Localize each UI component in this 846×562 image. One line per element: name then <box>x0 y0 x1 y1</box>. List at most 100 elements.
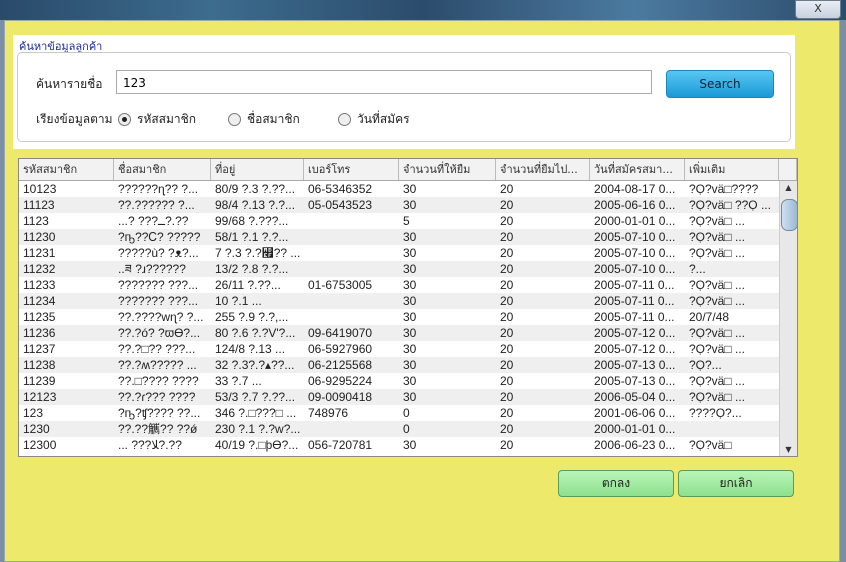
table-cell: ??.?ó? ?ϖϴ?... <box>118 326 201 340</box>
table-cell: 255 ?.9 ?.?,... <box>215 310 289 324</box>
table-cell: 30 <box>403 310 417 324</box>
table-cell: 20 <box>500 278 514 292</box>
column-header[interactable]: เพิ่มเติม <box>685 159 779 180</box>
table-row[interactable]: 11238 ??.?ʍ????? ... 32 ?.3?.?▴??... 06-212… <box>19 357 797 373</box>
table-row[interactable]: 11237 ??.?□?? ???... 124/8 ?.13 ... 06-5927… <box>19 341 797 357</box>
table-cell: 30 <box>403 390 417 404</box>
table-cell <box>685 421 779 437</box>
table-cell: 20 <box>500 342 514 356</box>
sort-label: เรียงข้อมูลตาม <box>36 112 113 126</box>
scroll-up-icon[interactable]: ▲ <box>780 183 797 192</box>
table-cell: 11239 <box>23 374 56 388</box>
table-cell: 06-9295224 <box>308 374 373 388</box>
table-row[interactable]: 11235 ??.????wɳ? ?... 255 ?.9 ?.?,... 30 20 2… <box>19 309 797 325</box>
table-cell: 2006-06-23 0... <box>594 438 676 452</box>
table-cell: ?Ọ?vä□ ... <box>689 326 745 340</box>
table-cell: 30 <box>403 246 417 260</box>
table-cell: 20/7/48 <box>689 310 730 324</box>
table-cell: ... ???ﻼ?.?? <box>118 438 182 452</box>
scroll-thumb[interactable] <box>781 199 797 231</box>
table-row[interactable]: 123 ?ҧ?ʧ???? ??... 346 ?.□???□ ... 748976 0 2… <box>19 405 797 421</box>
table-cell: 30 <box>403 262 417 276</box>
table-cell: ?Ọ?vä□ ... <box>689 278 745 292</box>
table-cell: 98/4 ?.13 ?.?... <box>215 198 296 212</box>
table-row[interactable]: 11123 ??.?????? ?... 98/4 ?.13 ?.?... 05-05… <box>19 197 797 213</box>
table-cell: 20 <box>500 246 514 260</box>
search-input[interactable]: 123 <box>116 70 652 94</box>
table-cell: 20 <box>500 326 514 340</box>
table-cell: ?Ọ?vä□ <box>689 438 732 452</box>
table-row[interactable]: 12300 ... ???ﻼ?.?? 40/19 ?.□þϴ?... 056-7207… <box>19 437 797 453</box>
scroll-down-icon[interactable]: ▼ <box>780 445 797 454</box>
table-cell: 1230 <box>23 422 50 436</box>
table-cell: ?Ọ?... <box>689 358 722 372</box>
table-cell: ?Ọ?vä□???? <box>689 182 759 196</box>
ok-button[interactable]: ตกลง <box>558 470 674 497</box>
table-cell: 20 <box>500 230 514 244</box>
table-cell: 2005-07-10 0... <box>594 262 676 276</box>
table-cell: 20 <box>500 406 514 420</box>
table-header: รหัสสมาชิก ชื่อสมาชิก ที่อยู่ เบอร์โทร จำนวน… <box>19 159 797 181</box>
table-cell: 30 <box>403 342 417 356</box>
header-corner <box>779 159 797 180</box>
sort-radio-member-id[interactable]: รหัสสมาชิก <box>118 110 196 129</box>
table-row[interactable]: 12123 ??.?ɾ??? ???? 53/3 ?.7 ?.??... 09-009… <box>19 389 797 405</box>
table-row[interactable]: 11233 ??????? ???... 26/11 ?.??... 01-67530… <box>19 277 797 293</box>
table-cell: 2000-01-01 0... <box>594 214 676 228</box>
table-cell <box>304 421 399 437</box>
column-header[interactable]: รหัสสมาชิก <box>19 159 114 180</box>
table-row[interactable]: 11232 ..ཟ ?ɹ?????? 13/2 ?.8 ?.?... 30 20 2005… <box>19 261 797 277</box>
table-cell: ??????? ???... <box>118 294 199 308</box>
radio-label: รหัสสมาชิก <box>137 112 197 126</box>
table-row[interactable]: 11231 ?????ù? ?ᴥ?... 7 ?.3 ?.?꯯?? ... 30 20 2… <box>19 245 797 261</box>
table-cell: 20 <box>500 438 514 452</box>
sort-radio-join-date[interactable]: วันที่สมัคร <box>338 110 410 129</box>
search-label: ค้นหารายชื่อ <box>36 77 103 91</box>
radio-label: ชื่อสมาชิก <box>247 112 300 126</box>
table-cell: 30 <box>403 294 417 308</box>
table-cell: 20 <box>500 198 514 212</box>
table-cell: 11231 <box>23 246 56 260</box>
table-cell: ?????ù? ?ᴥ?... <box>118 246 199 260</box>
column-header[interactable]: เบอร์โทร <box>304 159 399 180</box>
table-cell: 30 <box>403 374 417 388</box>
table-cell: 80/9 ?.3 ?.??... <box>215 182 296 196</box>
table-cell: ??.?ɾ??? ???? <box>118 390 196 404</box>
table-row[interactable]: 1230 ??.??觽?? ??ǿ 230 ?.1 ?.?w?... 0 20 2000-… <box>19 421 797 437</box>
table-cell: 30 <box>403 358 417 372</box>
table-cell: 10123 <box>23 182 57 196</box>
table-cell: ??.□???? ???? <box>118 374 199 388</box>
table-cell: 11233 <box>23 278 56 292</box>
table-row[interactable]: 11230 ?ҧ??Ꮯ? ????? 58/1 ?.1 ?.?... 30 20 2005… <box>19 229 797 245</box>
table-cell: ?ҧ??Ꮯ? ????? <box>118 230 201 244</box>
table-row[interactable]: 11236 ??.?ó? ?ϖϴ?... 80 ?.6 ?.?V'?... 09-64… <box>19 325 797 341</box>
table-cell: 09-6419070 <box>308 326 373 340</box>
search-button[interactable]: Search <box>666 70 774 98</box>
table-row[interactable]: 10123 ??????ɳ?? ?... 80/9 ?.3 ?.??... 06-53… <box>19 181 797 197</box>
cancel-button[interactable]: ยกเลิก <box>678 470 794 497</box>
vertical-scrollbar[interactable]: ▲ ▼ <box>779 181 797 456</box>
radio-icon <box>228 113 241 126</box>
table-cell: 2005-07-11 0... <box>594 310 675 324</box>
table-row[interactable]: 11239 ??.□???? ???? 33 ?.7 ... 06-9295224 30… <box>19 373 797 389</box>
column-header[interactable]: ที่อยู่ <box>211 159 304 180</box>
column-header[interactable]: จำนวนที่ยืมไป... <box>496 159 590 180</box>
table-cell: 80 ?.6 ?.?V'?... <box>215 326 296 340</box>
table-cell: 056-720781 <box>308 438 373 452</box>
table-row[interactable]: 11234 ??????? ???... 10 ?.1 ... 30 20 2005-07… <box>19 293 797 309</box>
table-cell: ..ཟ ?ɹ?????? <box>118 262 186 276</box>
column-header[interactable]: จำนวนที่ให้ยืม <box>399 159 496 180</box>
sort-radio-member-name[interactable]: ชื่อสมาชิก <box>228 110 300 129</box>
column-header[interactable]: ชื่อสมาชิก <box>114 159 211 180</box>
table-cell: 11237 <box>23 342 56 356</box>
table-cell: 32 ?.3?.?▴??... <box>215 358 295 372</box>
column-header[interactable]: วันที่สมัครสมา... <box>590 159 685 180</box>
table-cell: 748976 <box>308 406 349 420</box>
table-cell: 30 <box>403 438 417 452</box>
table-cell: ??????? ???... <box>118 278 199 292</box>
table-cell: 99/68 ?.???... <box>215 214 289 228</box>
table-row[interactable]: 1123 ...? ???ــ?.?? 99/68 ?.???... 5 20 2000-… <box>19 213 797 229</box>
table-cell: 20 <box>500 262 514 276</box>
table-cell: 20 <box>500 374 514 388</box>
close-button[interactable]: X <box>795 0 841 19</box>
